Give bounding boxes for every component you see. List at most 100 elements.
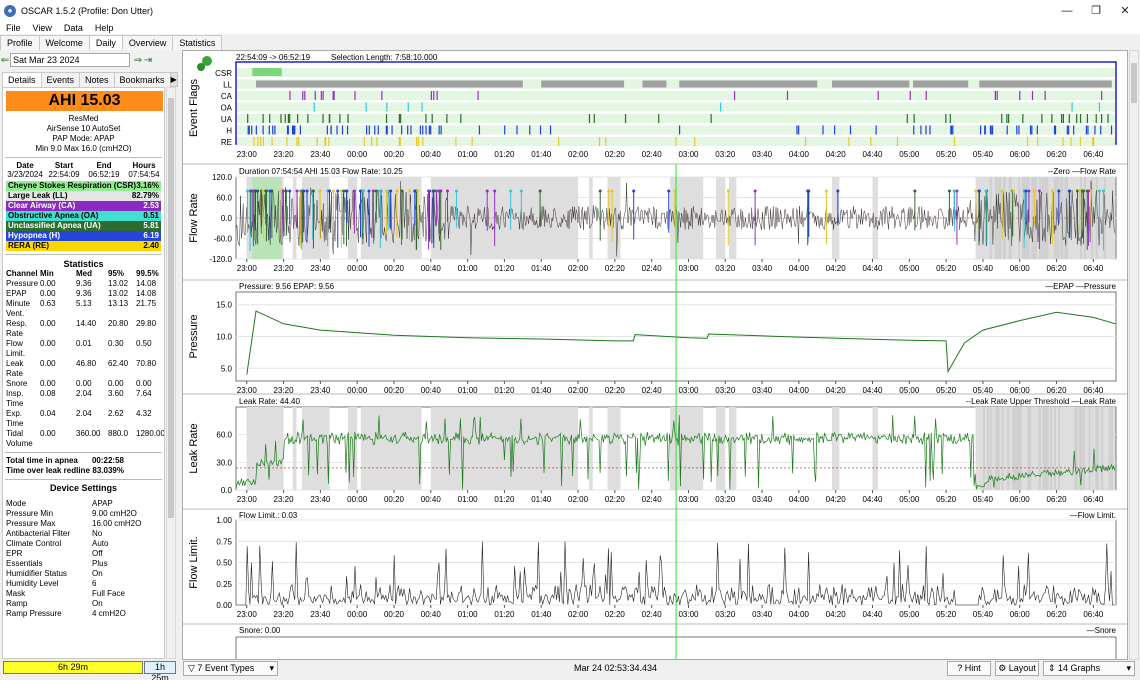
event-flag-mark [1100, 125, 1102, 135]
time-tick-label: 06:00 [1010, 264, 1031, 273]
setting-value: APAP [92, 499, 113, 508]
time-tick-label: 06:20 [1047, 610, 1068, 619]
left-scrollbar-thumb[interactable] [168, 98, 174, 518]
graph-area[interactable]: 22:54:09 -> 06:52:19 Selection Length: 7:… [182, 50, 1128, 660]
event-flag-mark [330, 125, 332, 135]
stats-col-995: 99.5% [136, 269, 159, 278]
graph-flow-limitation[interactable]: Flow Limit. 1.00 0.75 0.50 0.25 0.00 23:00 23:2… [188, 511, 1117, 619]
large-leak-shading [1054, 177, 1057, 259]
tab-welcome[interactable]: Welcome [38, 35, 90, 50]
large-leak-shading [430, 407, 579, 490]
event-name: RERA (RE) [8, 241, 50, 250]
event-marker-dot [1000, 189, 1004, 193]
setting-name: Pressure Min [6, 509, 54, 518]
menu-file[interactable]: File [0, 23, 27, 33]
window-title: OSCAR 1.5.2 (Profile: Don Utter) [21, 6, 154, 16]
time-tick-label: 01:40 [531, 264, 552, 273]
event-flag-mark [322, 91, 324, 100]
event-flag-mark [1006, 114, 1008, 123]
graph-ylabel: Pressure [188, 314, 200, 358]
event-flag-mark [297, 114, 299, 123]
event-marker-dot [984, 189, 988, 193]
menu-view[interactable]: View [27, 23, 58, 33]
large-leak-shading [982, 407, 985, 490]
time-tick-label: 06:40 [1083, 264, 1104, 273]
menu-help[interactable]: Help [89, 23, 120, 33]
tab-profile[interactable]: Profile [0, 35, 40, 50]
graph-scrollbar[interactable] [1129, 50, 1139, 660]
tab-bookmarks[interactable]: Bookmarks [113, 72, 171, 87]
graph-pressure[interactable]: Pressure15.010.05.023:00 23:20 23:40 00:00 0… [188, 282, 1117, 395]
large-leak-shading [1053, 407, 1056, 490]
hint-button[interactable]: ? Hint [947, 661, 991, 676]
large-leak-shading [246, 407, 284, 490]
tab-details[interactable]: Details [2, 72, 42, 87]
tab-events[interactable]: Events [40, 72, 81, 87]
graphs-dropdown[interactable]: ⇕ 14 Graphs ▾ [1043, 661, 1135, 676]
event-flag-mark [374, 125, 376, 135]
setting-row: EPR Off [3, 549, 164, 559]
stats-cell: Flow Limit. [6, 339, 26, 358]
event-flag-mark [1006, 125, 1008, 135]
time-tick-label: 23:00 [237, 150, 258, 159]
date-picker[interactable]: Sat Mar 23 2024 [10, 53, 130, 67]
event-row[interactable]: Obstructive Apnea (OA) 0.51 [6, 211, 161, 221]
event-lane-label: RE [221, 138, 232, 147]
event-marker-dot [726, 189, 730, 193]
event-marker-dot [610, 189, 614, 193]
event-flag-mark [925, 91, 927, 100]
event-row[interactable]: Unclassified Apnea (UA) 5.81 [6, 221, 161, 231]
menu-data[interactable]: Data [58, 23, 89, 33]
time-tick-label: 03:20 [715, 150, 736, 159]
event-flag-mark [1092, 137, 1095, 146]
graph-leak-rate[interactable]: Leak Rate 60.0 30.0 0.0 23:00 23:20 23:40 00:00… [188, 397, 1117, 504]
y-tick-label: -60.0 [214, 235, 233, 244]
left-scrollbar[interactable] [166, 87, 176, 659]
graph-flow-rate[interactable]: Flow Rate 120.0 60.0 0.0 -60.0 -120.0 23:00 23:… [188, 167, 1117, 273]
tab-statistics[interactable]: Statistics [172, 35, 223, 50]
graph-canvas[interactable]: 22:54:09 -> 06:52:19 Selection Length: 7:… [183, 51, 1128, 660]
time-tick-label: 02:40 [642, 495, 663, 504]
time-tick-label: 02:00 [568, 495, 589, 504]
time-tick-label: 01:20 [494, 495, 515, 504]
event-flag-mark [1016, 125, 1018, 135]
stats-cell: 13.02 [108, 279, 129, 288]
event-lane-label: CA [221, 92, 233, 101]
prev-day-arrow-icon[interactable]: ⇐ [0, 55, 10, 66]
leak-flag [979, 80, 1112, 88]
time-tick-label: 06:40 [1083, 150, 1104, 159]
layout-button[interactable]: ⚙ Layout [995, 661, 1039, 676]
stats-row: EPAP 0.00 9.36 13.02 14.08 [3, 289, 164, 299]
event-lane-label: OA [220, 104, 232, 113]
stats-cell: EPAP [6, 289, 27, 298]
pin-icon[interactable] [197, 63, 205, 71]
close-button[interactable]: ✕ [1110, 2, 1140, 20]
event-flag-mark [385, 114, 388, 123]
minimize-button[interactable]: — [1052, 2, 1082, 20]
tab-overview[interactable]: Overview [121, 35, 174, 50]
event-row[interactable]: Clear Airway (CA) 2.53 [6, 201, 161, 211]
event-marker-dot [667, 189, 671, 193]
event-lane-label: UA [221, 115, 233, 124]
setting-row: Ramp Pressure 4 cmH2O [3, 609, 164, 619]
event-flag-mark [381, 91, 383, 100]
tab-scroll-arrow-icon[interactable]: ▶ [169, 72, 178, 87]
y-tick-label: -120.0 [209, 255, 232, 264]
maximize-button[interactable]: ❐ [1081, 2, 1111, 20]
time-tick-label: 05:00 [899, 264, 920, 273]
next-day-arrow-icon[interactable]: ⇒ [133, 55, 143, 66]
event-row[interactable]: RERA (RE) 2.40 [6, 241, 161, 251]
event-row[interactable]: Large Leak (LL) 82.79% [6, 191, 161, 201]
last-day-arrow-icon[interactable]: ⇥ [143, 55, 153, 66]
event-row[interactable]: Cheyne Stokes Respiration (CSR) 3.16% [6, 181, 161, 191]
event-name: Obstructive Apnea (OA) [8, 211, 99, 220]
event-flags-graph[interactable]: Event Flags CSR LL CA OA UA H RE 23:00 23:20 23:40… [188, 61, 1117, 159]
main-tabs: Profile Welcome Daily Overview Statistic… [0, 35, 223, 50]
event-types-dropdown[interactable]: ▽ 7 Event Types ▾ [183, 661, 278, 676]
setting-row: Essentials Plus [3, 559, 164, 569]
tab-daily[interactable]: Daily [88, 35, 123, 50]
event-row[interactable]: Hypopnea (H) 6.19 [6, 231, 161, 241]
tab-notes[interactable]: Notes [79, 72, 115, 87]
graph-scrollbar-thumb[interactable] [1131, 63, 1137, 103]
event-marker-dot [264, 189, 268, 193]
